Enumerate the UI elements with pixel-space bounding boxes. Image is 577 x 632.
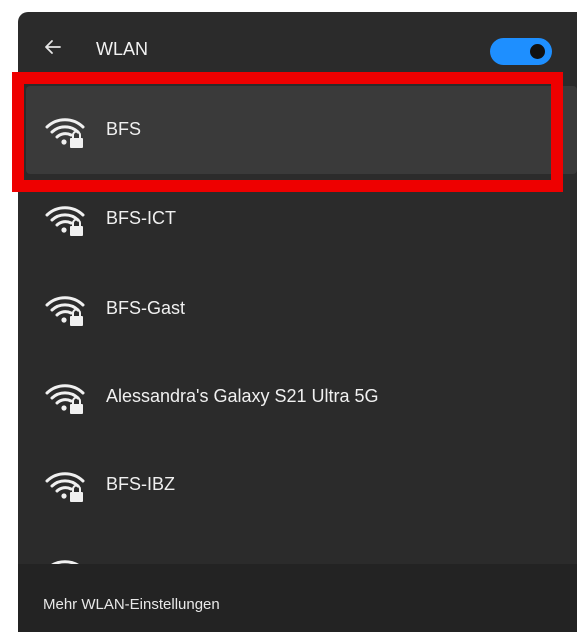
network-name: BFS-IBZ [106,474,176,494]
wlan-toggle[interactable] [490,38,552,65]
back-button[interactable] [40,34,66,60]
network-list: BFS BFS-ICT BFS-Gast Alessandra's Galaxy… [18,86,577,564]
settings-footer: Mehr WLAN-Einstellungen [18,564,577,632]
wifi-secured-icon [45,296,85,326]
network-item-bfs[interactable]: BFS [26,86,577,174]
wifi-secured-icon [51,560,79,564]
network-item-bfs-ict[interactable]: BFS-ICT [18,174,577,262]
wifi-secured-icon [45,384,85,414]
network-name: Alessandra's Galaxy S21 Ultra 5G [106,386,379,406]
network-item-alessandras-galaxy[interactable]: Alessandra's Galaxy S21 Ultra 5G [18,350,577,438]
wifi-secured-icon [45,118,85,148]
network-name: BFS [106,119,142,139]
wifi-secured-icon [45,206,85,236]
network-name: BFS-ICT [106,208,176,228]
arrow-left-icon [45,40,61,54]
wifi-secured-icon [45,472,85,502]
network-item-partial[interactable] [18,526,577,564]
wlan-flyout-panel: WLAN BFS BFS-ICT BFS-Gast Alessandra's G… [18,12,577,632]
toggle-knob [530,44,545,59]
more-wlan-settings-link[interactable]: Mehr WLAN-Einstellungen [43,596,220,613]
network-item-bfs-gast[interactable]: BFS-Gast [18,262,577,350]
network-item-bfs-ibz[interactable]: BFS-IBZ [18,438,577,526]
wlan-header: WLAN [18,12,577,86]
network-name: BFS-Gast [106,298,186,318]
page-title: WLAN [96,39,149,59]
